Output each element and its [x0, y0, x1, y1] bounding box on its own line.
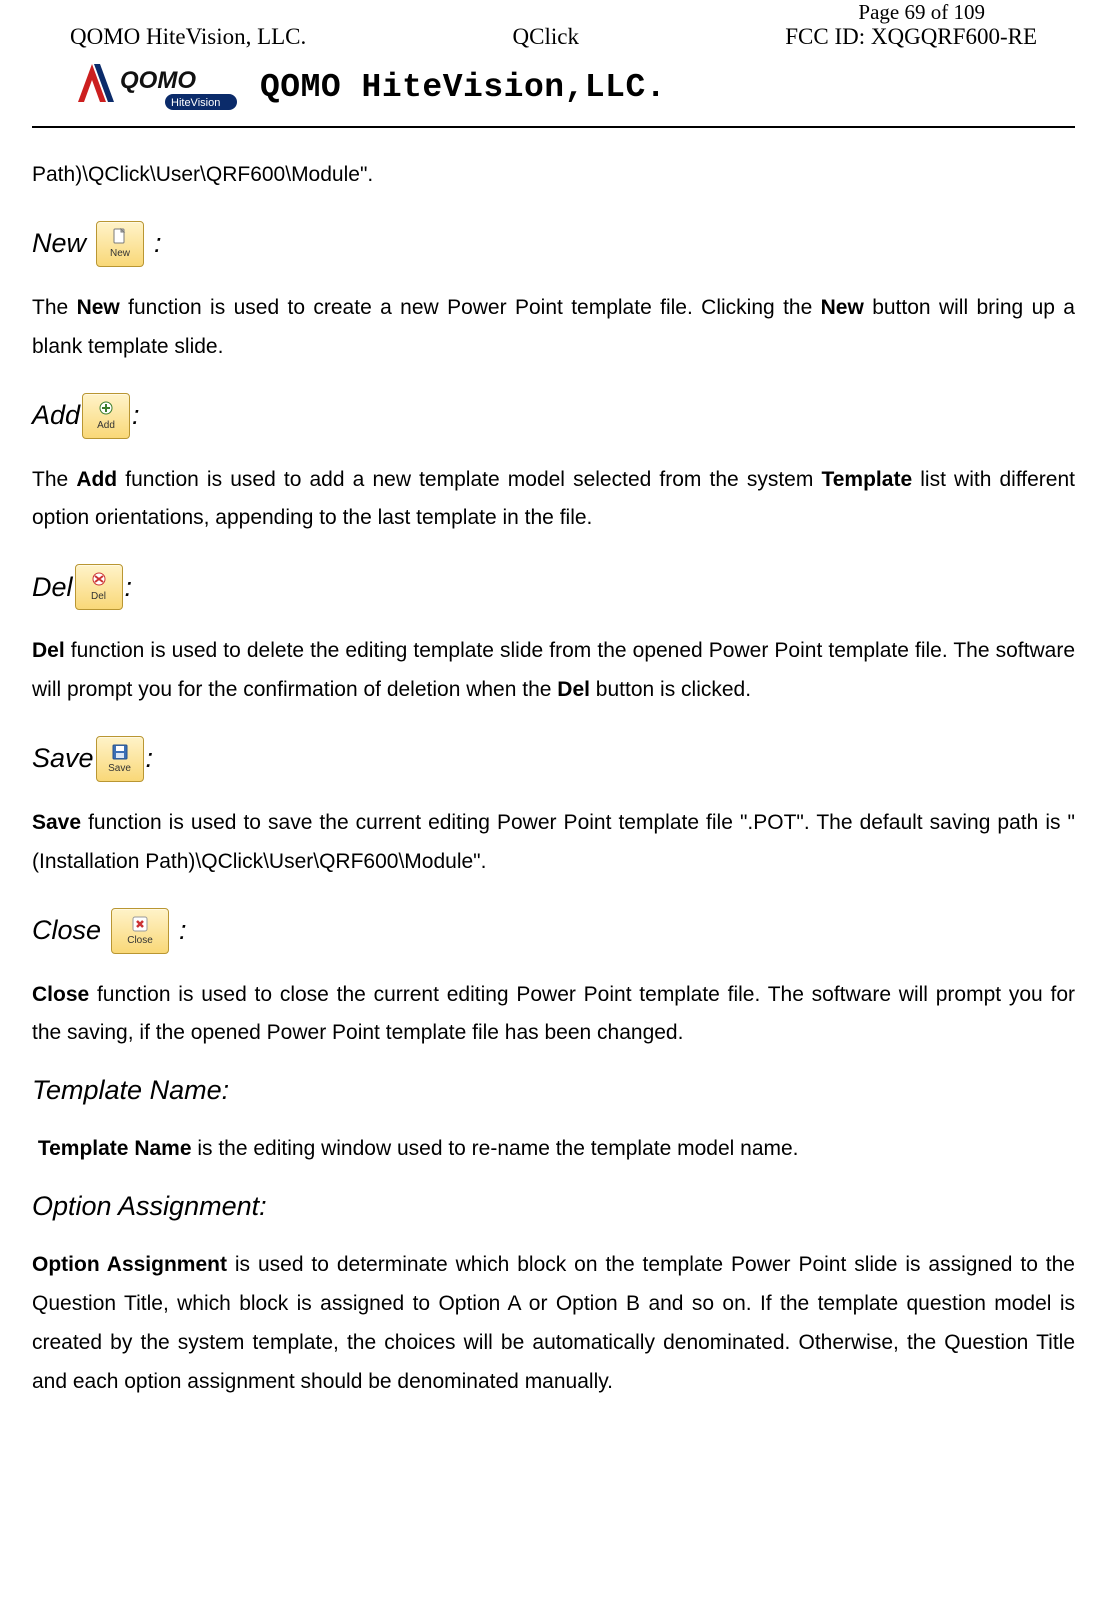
- section-colon-close: :: [179, 913, 187, 948]
- page-prefix: Page: [858, 0, 904, 24]
- del-text-post: button is clicked.: [590, 678, 751, 701]
- new-description: The New function is used to create a new…: [32, 289, 1075, 367]
- section-head-close: Close Close :: [32, 908, 1075, 954]
- close-x-icon: [130, 915, 150, 933]
- save-button-label: Save: [108, 762, 131, 775]
- company-title: QOMO HiteVision,LLC.: [260, 69, 666, 106]
- section-colon-save: :: [146, 741, 154, 776]
- section-title-template-name: Template Name:: [32, 1073, 229, 1108]
- document-content: Path)\QClick\User\QRF600\Module". New Ne…: [32, 156, 1075, 1402]
- del-description: Del function is used to delete the editi…: [32, 632, 1075, 710]
- del-text-mid: function is used to delete the editing t…: [32, 639, 1075, 701]
- logo-text: QOMO: [120, 67, 196, 94]
- page-number-area: Page 69 of 109: [32, 0, 1075, 26]
- new-text-pre: The: [32, 296, 77, 319]
- section-colon-new: :: [154, 226, 162, 261]
- new-bold-2: New: [821, 296, 864, 319]
- close-bold-1: Close: [32, 983, 89, 1006]
- logo-subtext: HiteVision: [171, 97, 220, 109]
- section-head-save: Save Save :: [32, 736, 1075, 782]
- logo-title-row: QOMO HiteVision QOMO HiteVision,LLC.: [32, 58, 1075, 116]
- save-text-post: function is used to save the current edi…: [32, 811, 1075, 873]
- logo-svg: QOMO HiteVision: [70, 58, 240, 116]
- page-total: 109: [954, 0, 986, 24]
- close-text-post: function is used to close the current ed…: [32, 983, 1075, 1045]
- section-title-del: Del: [32, 570, 73, 605]
- new-text-mid: function is used to create a new Power P…: [120, 296, 821, 319]
- floppy-disk-icon: [110, 743, 130, 761]
- add-button-icon: Add: [82, 393, 130, 439]
- save-bold-1: Save: [32, 811, 81, 834]
- section-head-option-assignment: Option Assignment:: [32, 1189, 1075, 1224]
- section-head-add: Add Add :: [32, 393, 1075, 439]
- template-name-description: Template Name is the editing window used…: [32, 1130, 1075, 1169]
- del-bold-1: Del: [32, 639, 65, 662]
- save-button-icon: Save: [96, 736, 144, 782]
- option-assignment-bold: Option Assignment: [32, 1253, 227, 1276]
- header-center: QClick: [513, 24, 579, 50]
- add-text-mid: function is used to add a new template m…: [117, 468, 821, 491]
- add-bold-1: Add: [76, 468, 117, 491]
- section-head-del: Del Del :: [32, 564, 1075, 610]
- section-title-option-assignment: Option Assignment:: [32, 1189, 267, 1224]
- add-description: The Add function is used to add a new te…: [32, 461, 1075, 539]
- section-head-new: New New :: [32, 221, 1075, 267]
- del-button-icon: Del: [75, 564, 123, 610]
- plus-icon: [96, 400, 116, 418]
- header-left: QOMO HiteVision, LLC.: [70, 24, 306, 50]
- add-bold-2: Template: [821, 468, 912, 491]
- section-title-close: Close: [32, 913, 101, 948]
- new-button-icon: New: [96, 221, 144, 267]
- intro-pathtail: Path)\QClick\User\QRF600\Module".: [32, 156, 1075, 195]
- template-name-bold: Template Name: [38, 1137, 192, 1160]
- new-bold-1: New: [77, 296, 120, 319]
- del-bold-2: Del: [557, 678, 590, 701]
- close-button-label: Close: [127, 934, 153, 947]
- close-button-icon: Close: [111, 908, 169, 954]
- page-of: of: [926, 0, 954, 24]
- document-icon: [110, 228, 130, 246]
- section-title-add: Add: [32, 398, 80, 433]
- option-assignment-description: Option Assignment is used to determinate…: [32, 1246, 1075, 1401]
- add-text-pre: The: [32, 468, 76, 491]
- section-colon-add: :: [132, 398, 140, 433]
- header-divider: [32, 126, 1075, 128]
- save-description: Save function is used to save the curren…: [32, 804, 1075, 882]
- section-title-save: Save: [32, 741, 94, 776]
- section-title-new: New: [32, 226, 86, 261]
- new-button-label: New: [110, 247, 130, 260]
- header-right: FCC ID: XQGQRF600-RE: [785, 24, 1037, 50]
- close-description: Close function is used to close the curr…: [32, 976, 1075, 1054]
- add-button-label: Add: [97, 419, 115, 432]
- template-name-text: is the editing window used to re-name th…: [192, 1137, 799, 1160]
- document-header-row: QOMO HiteVision, LLC. QClick FCC ID: XQG…: [32, 24, 1075, 50]
- delete-icon: [89, 571, 109, 589]
- section-head-template-name: Template Name:: [32, 1073, 1075, 1108]
- section-colon-del: :: [125, 570, 133, 605]
- qomo-logo: QOMO HiteVision: [70, 58, 240, 116]
- del-button-label: Del: [91, 590, 106, 603]
- page-current: 69: [905, 0, 926, 24]
